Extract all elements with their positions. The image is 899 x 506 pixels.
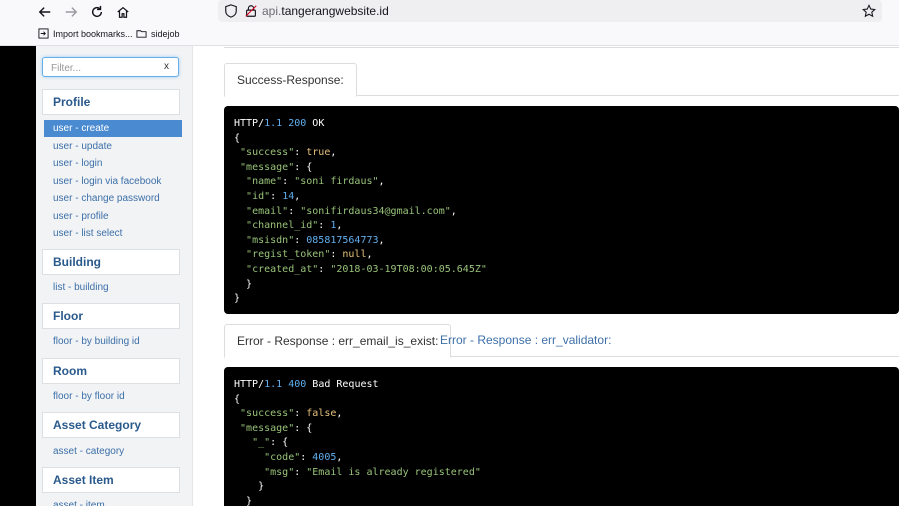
forward-arrow-icon[interactable] [62, 3, 80, 21]
bookmark-label: sidejob [151, 28, 180, 39]
nav-group-room[interactable]: Room [42, 358, 180, 384]
nav-item-user-login[interactable]: user - login [44, 155, 182, 172]
nav-item-user-change-password[interactable]: user - change password [44, 190, 182, 207]
bookmarks-bar: Import bookmarks... sidejob [0, 24, 899, 46]
import-icon [38, 28, 49, 39]
nav-group-asset-item[interactable]: Asset Item [42, 467, 180, 493]
url-bar[interactable]: api.tangerangwebsite.id [218, 0, 882, 22]
nav-group-floor[interactable]: Floor [42, 303, 180, 329]
success-code-block: HTTP/1.1 200 OK { "success": true, "mess… [224, 106, 899, 314]
nav-item-floor-by-floor[interactable]: floor - by floor id [44, 388, 182, 405]
nav-item-user-create[interactable]: user - create [44, 120, 182, 137]
nav-item-user-list-select[interactable]: user - list select [44, 225, 182, 242]
url-text: api.tangerangwebsite.id [262, 4, 389, 18]
tab-err-validator[interactable]: Error - Response : err_validator: [428, 324, 623, 357]
nav-item-floor-by-building[interactable]: floor - by building id [44, 333, 182, 350]
back-arrow-icon[interactable] [36, 3, 54, 21]
bookmark-label: Import bookmarks... [53, 28, 133, 39]
nav-item-user-profile[interactable]: user - profile [44, 208, 182, 225]
page: x Profile user - create user - update us… [0, 46, 899, 506]
bookmark-star-icon[interactable] [862, 4, 876, 18]
filter-clear-button[interactable]: x [164, 61, 169, 72]
nav-group-profile[interactable]: Profile [42, 89, 180, 115]
filter-box: x [42, 57, 179, 78]
nav-group-asset-category[interactable]: Asset Category [42, 412, 180, 438]
success-tabs: Success-Response: [224, 63, 899, 97]
folder-icon [136, 30, 147, 38]
top-divider [224, 46, 899, 48]
nav-item-list-building[interactable]: list - building [44, 279, 182, 296]
nav-item-user-update[interactable]: user - update [44, 138, 182, 155]
filter-input[interactable] [43, 59, 153, 78]
nav-group-building[interactable]: Building [42, 249, 180, 275]
nav-item-user-login-facebook[interactable]: user - login via facebook [44, 173, 182, 190]
nav-item-asset-item[interactable]: asset - item [44, 497, 182, 506]
lock-insecure-icon[interactable] [244, 4, 258, 18]
shield-icon[interactable] [224, 4, 238, 18]
tab-err-email-is-exist[interactable]: Error - Response : err_email_is_exist: [224, 324, 452, 358]
sidebar: x Profile user - create user - update us… [36, 46, 193, 506]
left-margin [0, 46, 36, 506]
tab-success-response[interactable]: Success-Response: [224, 63, 357, 97]
bookmark-import[interactable]: Import bookmarks... [38, 28, 133, 39]
error-tabs: Error - Response : err_email_is_exist: E… [224, 324, 899, 358]
bookmark-sidejob[interactable]: sidejob [136, 28, 180, 39]
reload-icon[interactable] [88, 3, 106, 21]
main-content: Success-Response: HTTP/1.1 200 OK { "suc… [194, 46, 899, 506]
browser-toolbar: api.tangerangwebsite.id [0, 0, 899, 24]
error-code-block: HTTP/1.1 400 Bad Request { "success": fa… [224, 367, 899, 506]
home-icon[interactable] [114, 3, 132, 21]
nav-item-asset-category[interactable]: asset - category [44, 443, 182, 460]
